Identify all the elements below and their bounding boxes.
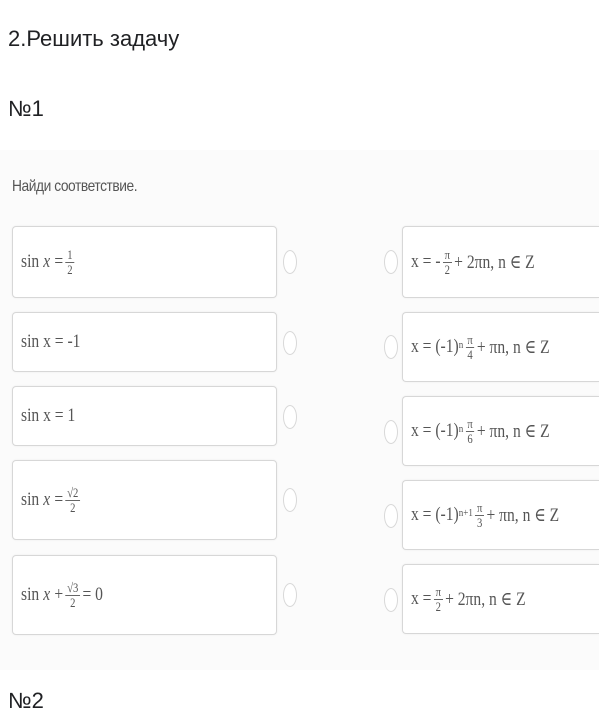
fraction-den: 2	[70, 594, 76, 610]
math-exponent: n+1	[458, 507, 473, 519]
math-var: x	[43, 489, 51, 510]
math-eq: =	[54, 251, 64, 272]
solution-2: x = (-1) n π4 + πn, n ∈ Z	[411, 333, 550, 361]
left-connector-1[interactable]	[283, 250, 297, 274]
math-exponent: n	[458, 423, 464, 435]
math-rhs: + 2πn, n ∈ Z	[454, 251, 535, 273]
solution-5: x = π2 + 2πn, n ∈ Z	[411, 585, 526, 613]
equation-sin-x-plus-root3: sin x + √3 2 = 0	[21, 581, 103, 609]
fraction-den: 3	[476, 514, 483, 530]
left-connector-3[interactable]	[283, 405, 297, 429]
left-connector-5[interactable]	[283, 583, 297, 607]
fraction: π2	[433, 583, 443, 614]
right-option-4[interactable]: x = (-1) n+1 π3 + πn, n ∈ Z	[402, 480, 599, 550]
math-lhs: x =	[411, 588, 432, 609]
right-connector-2[interactable]	[384, 335, 398, 359]
math-rhs: + πn, n ∈ Z	[476, 336, 550, 358]
left-option-4[interactable]: sin x = √2 2	[12, 460, 277, 540]
fraction-den: 2	[70, 499, 76, 515]
math-tail: = 0	[82, 584, 103, 605]
math-rhs: + πn, n ∈ Z	[486, 504, 560, 526]
math-rhs: + 2πn, n ∈ Z	[445, 588, 526, 610]
math-op: +	[54, 584, 64, 605]
instruction-text: Найди соответствие.	[12, 178, 138, 195]
fraction: π3	[475, 501, 484, 529]
math-eq: =	[54, 489, 64, 510]
solution-1: x = - π2 + 2πn, n ∈ Z	[411, 248, 535, 276]
fraction-num: π	[465, 415, 475, 432]
fraction-num: π	[433, 583, 443, 600]
left-connector-4[interactable]	[283, 488, 297, 512]
next-task-number: №2	[8, 688, 44, 713]
solution-4: x = (-1) n+1 π3 + πn, n ∈ Z	[411, 501, 559, 529]
math-fn: sin	[21, 251, 40, 272]
task-title: 2.Решить задачу	[8, 26, 180, 51]
equation-sin-x-1: sin x = 1	[21, 405, 76, 426]
fraction: √3 2	[65, 579, 81, 610]
solution-3: x = (-1) n π6 + πn, n ∈ Z	[411, 417, 550, 445]
right-option-3[interactable]: x = (-1) n π6 + πn, n ∈ Z	[402, 396, 599, 466]
math-lhs: x = (-1)	[411, 420, 459, 441]
fraction-num: 1	[65, 246, 75, 263]
fraction-num: π	[475, 499, 484, 516]
fraction: π6	[465, 415, 475, 446]
right-connector-4[interactable]	[384, 504, 398, 528]
equation-sin-x-half: sin x = 12	[21, 248, 77, 276]
math-lhs: x = (-1)	[411, 336, 459, 357]
fraction-den: 6	[467, 430, 473, 446]
fraction-den: 4	[467, 346, 473, 362]
math-var: x	[43, 584, 51, 605]
fraction-den: 2	[444, 261, 451, 277]
math-lhs: x = (-1)	[411, 504, 459, 525]
fraction-num: √2	[65, 484, 81, 501]
math-lhs: x = -	[411, 251, 441, 272]
task-number: №1	[8, 96, 44, 121]
fraction-num: π	[443, 246, 452, 263]
equation-sin-x-root2: sin x = √2 2	[21, 486, 82, 514]
fraction: π2	[443, 248, 452, 276]
math-rhs: + πn, n ∈ Z	[476, 420, 550, 442]
fraction: 12	[65, 246, 75, 277]
left-option-2[interactable]: sin x = -1	[12, 312, 277, 372]
fraction-num: √3	[65, 579, 81, 596]
right-connector-5[interactable]	[384, 588, 398, 612]
left-option-1[interactable]: sin x = 12	[12, 226, 277, 298]
left-connector-2[interactable]	[283, 331, 297, 355]
left-option-5[interactable]: sin x + √3 2 = 0	[12, 555, 277, 635]
right-connector-1[interactable]	[384, 250, 398, 274]
math-exponent: n	[458, 339, 464, 351]
fraction: √2 2	[65, 484, 81, 515]
math-var: x	[43, 251, 51, 272]
left-option-3[interactable]: sin x = 1	[12, 386, 277, 446]
right-option-2[interactable]: x = (-1) n π4 + πn, n ∈ Z	[402, 312, 599, 382]
fraction-num: π	[465, 331, 475, 348]
fraction-den: 2	[67, 261, 73, 277]
math-fn: sin	[21, 489, 40, 510]
right-option-5[interactable]: x = π2 + 2πn, n ∈ Z	[402, 564, 599, 634]
equation-sin-x-minus-1: sin x = -1	[21, 331, 81, 352]
math-fn: sin	[21, 584, 40, 605]
right-option-1[interactable]: x = - π2 + 2πn, n ∈ Z	[402, 226, 599, 298]
fraction-den: 2	[435, 598, 441, 614]
fraction: π4	[465, 331, 475, 362]
right-connector-3[interactable]	[384, 420, 398, 444]
